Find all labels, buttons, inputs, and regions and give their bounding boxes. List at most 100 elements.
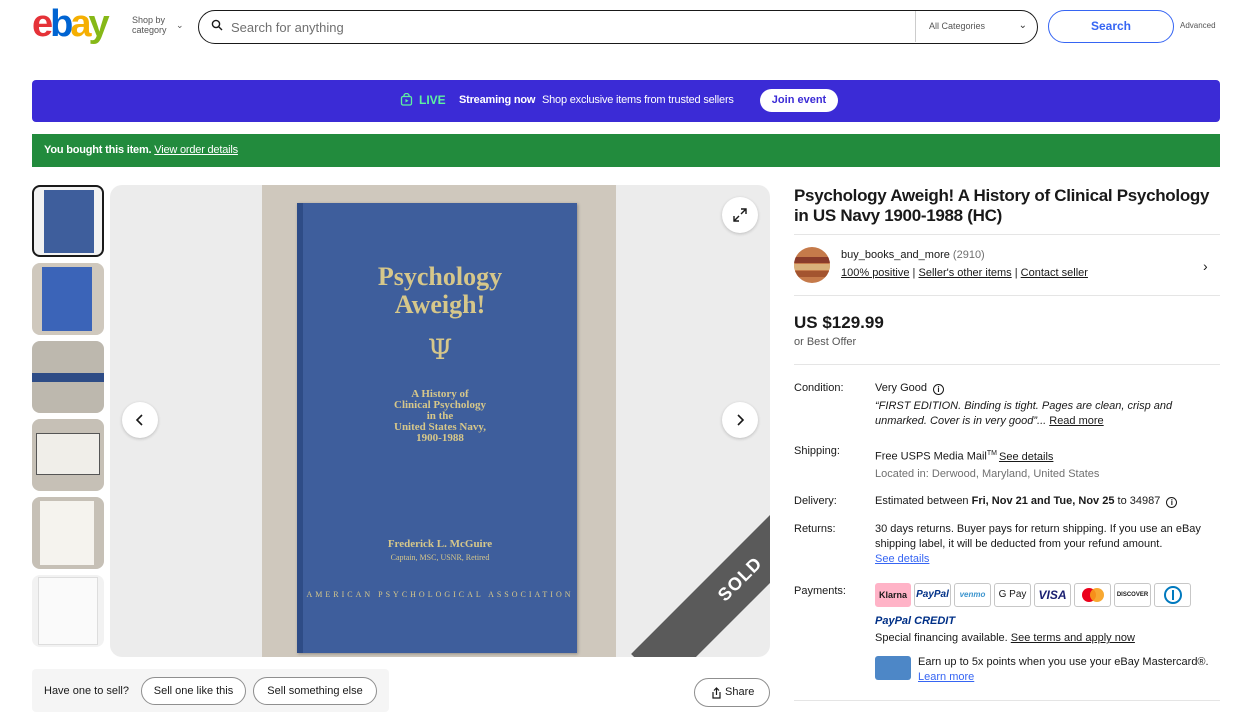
shop-by-category[interactable]: Shop by category ⌄ [132, 15, 184, 35]
streaming-now-label: Streaming now [459, 94, 536, 106]
seller-name[interactable]: buy_books_and_more [841, 249, 950, 261]
search-input[interactable] [231, 17, 891, 37]
thumbnail-1[interactable] [32, 185, 104, 257]
sell-something-else-button[interactable]: Sell something else [253, 677, 377, 705]
seller-other-items-link[interactable]: Seller's other items [918, 267, 1011, 279]
google-pay-icon: G Pay [994, 583, 1031, 607]
financing-text: Special financing available. [875, 632, 1008, 644]
info-icon[interactable]: i [1166, 497, 1178, 508]
thumbnail-2[interactable] [32, 263, 104, 335]
shipping-tm: TM [986, 450, 997, 457]
purchase-notice-text: You bought this item. [44, 144, 152, 156]
condition-text: Very Good [875, 382, 927, 394]
ebay-mastercard-icon [875, 656, 911, 680]
delivery-label: Delivery: [794, 495, 837, 507]
book-photo: Psychology Aweigh! Ψ A History of Clinic… [262, 185, 616, 657]
purchase-notice: You bought this item. View order details [32, 134, 1220, 167]
next-image-button[interactable] [722, 402, 758, 438]
shopping-bag-icon [400, 93, 413, 106]
divider [794, 364, 1220, 365]
share-icon [712, 687, 721, 699]
learn-more-link[interactable]: Learn more [918, 671, 974, 683]
condition-value: Very Good i [875, 381, 1215, 396]
divider [794, 295, 1220, 296]
klarna-icon: Klarna [875, 583, 911, 607]
live-banner-message: Shop exclusive items from trusted seller… [542, 94, 734, 106]
chevron-left-icon [135, 414, 143, 426]
category-select[interactable]: All Categories ⌄ [915, 11, 1037, 42]
book-author: Frederick L. McGuire [387, 538, 493, 550]
delivery-dates: Fri, Nov 21 and Tue, Nov 25 [971, 495, 1115, 507]
book-author-credentials: Captain, MSC, USNR, Retired [390, 553, 490, 562]
search-icon [211, 19, 223, 31]
payments-label: Payments: [794, 585, 846, 597]
visa-icon: VISA [1034, 583, 1071, 607]
shipping-text: Free USPS Media Mail [875, 450, 987, 463]
divider [794, 234, 1220, 235]
returns-label: Returns: [794, 523, 836, 535]
delivery-suffix: to 34987 [1117, 495, 1161, 507]
positive-feedback-link[interactable]: 100% positive [841, 267, 910, 279]
returns-text: 30 days returns. Buyer pays for return s… [875, 523, 1201, 550]
item-title: Psychology Aweigh! A History of Clinical… [794, 186, 1210, 225]
view-order-details-link[interactable]: View order details [154, 144, 238, 156]
seller-feedback-count: (2910) [952, 249, 985, 261]
chevron-down-icon: ⌄ [176, 20, 184, 30]
delivery-value: Estimated between Fri, Nov 21 and Tue, N… [875, 494, 1215, 509]
share-label: Share [725, 686, 755, 698]
live-banner: LIVE Streaming now Shop exclusive items … [32, 80, 1220, 122]
chevron-right-icon [737, 414, 745, 426]
financing-info: Special financing available. See terms a… [875, 631, 1215, 646]
share-button[interactable]: Share [694, 678, 770, 707]
condition-desc-text: “FIRST EDITION. Binding is tight. Pages … [875, 400, 1173, 427]
ebay-logo[interactable]: ebay [32, 3, 110, 45]
thumbnail-3[interactable] [32, 341, 104, 413]
divider [794, 700, 1220, 701]
book-title: Psychology Aweigh! [377, 262, 503, 319]
see-terms-link[interactable]: See terms and apply now [1011, 632, 1135, 644]
psi-symbol: Ψ [427, 333, 453, 366]
book-publisher: AMERICAN PSYCHOLOGICAL ASSOCIATION [306, 590, 574, 599]
shipping-see-details-link[interactable]: See details [999, 451, 1053, 463]
prev-image-button[interactable] [122, 402, 158, 438]
returns-value: 30 days returns. Buyer pays for return s… [875, 522, 1215, 567]
expand-image-button[interactable] [722, 197, 758, 233]
chevron-right-icon[interactable]: › [1203, 258, 1208, 274]
join-event-button[interactable]: Join event [760, 89, 838, 112]
condition-description: “FIRST EDITION. Binding is tight. Pages … [875, 399, 1215, 429]
paypal-credit-logo: PayPal CREDIT [875, 615, 956, 627]
logo-letter-b: b [50, 3, 73, 45]
category-value: All Categories [929, 21, 986, 31]
info-icon[interactable]: i [933, 384, 945, 395]
paypal-icon: PayPal [914, 583, 951, 607]
discover-icon: DISCOVER [1114, 583, 1151, 607]
logo-letter-a: a [70, 3, 91, 45]
item-location: Located in: Derwood, Maryland, United St… [875, 468, 1100, 480]
best-offer-label: or Best Offer [794, 336, 857, 348]
mastercard-promo: Earn up to 5x points when you use your e… [918, 655, 1218, 685]
shop-by-line1: Shop by [132, 15, 166, 25]
thumbnail-6[interactable] [32, 575, 104, 647]
book-subtitle: A History of Clinical Psychology in the … [303, 389, 577, 444]
advanced-search-link[interactable]: Advanced [1180, 21, 1216, 30]
read-more-link[interactable]: Read more [1049, 415, 1103, 427]
logo-letter-e: e [32, 3, 53, 45]
thumbnail-5[interactable] [32, 497, 104, 569]
book-cover: Psychology Aweigh! Ψ A History of Clinic… [297, 203, 577, 653]
sell-one-like-this-button[interactable]: Sell one like this [141, 677, 246, 705]
contact-seller-link[interactable]: Contact seller [1021, 267, 1088, 279]
returns-see-details-link[interactable]: See details [875, 553, 929, 565]
logo-letter-y: y [88, 3, 110, 45]
condition-label: Condition: [794, 382, 844, 394]
seller-avatar[interactable] [794, 247, 830, 283]
search-button[interactable]: Search [1048, 10, 1174, 43]
delivery-prefix: Estimated between [875, 495, 969, 507]
shipping-label: Shipping: [794, 445, 840, 457]
expand-icon [733, 208, 747, 222]
shop-by-line2: category [132, 25, 167, 35]
sold-ribbon: SOLD [631, 470, 770, 657]
mastercard-promo-text: Earn up to 5x points when you use your e… [918, 656, 1209, 668]
seller-info: buy_books_and_more (2910) [841, 249, 985, 261]
thumbnail-4[interactable] [32, 419, 104, 491]
main-image-gallery: Psychology Aweigh! Ψ A History of Clinic… [110, 185, 770, 657]
